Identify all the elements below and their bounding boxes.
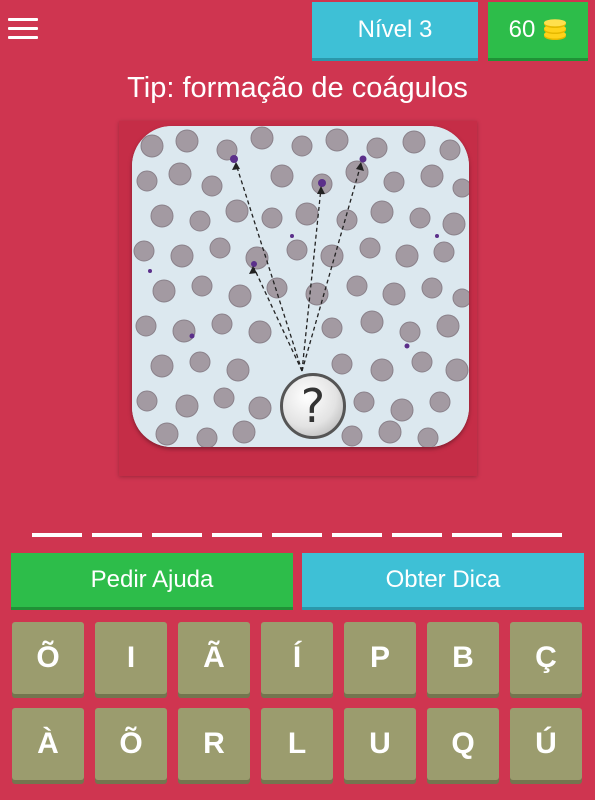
answer-slot[interactable] <box>212 533 262 537</box>
answer-slot[interactable] <box>152 533 202 537</box>
answer-slot[interactable] <box>32 533 82 537</box>
letter-key[interactable]: Ç <box>510 622 582 694</box>
get-hint-button[interactable]: Obter Dica <box>302 553 584 607</box>
letter-key[interactable]: Ã <box>178 622 250 694</box>
answer-slot[interactable] <box>512 533 562 537</box>
ask-help-label: Pedir Ajuda <box>90 566 214 593</box>
level-button[interactable]: Nível 3 <box>312 2 478 58</box>
letter-key[interactable]: Í <box>261 622 333 694</box>
letter-keyboard: Õ I Ã Í P B Ç À Õ R L U Q Ú <box>12 622 582 780</box>
coin-stack-icon <box>543 19 567 41</box>
puzzle-image: ? <box>132 126 469 447</box>
letter-key[interactable]: P <box>344 622 416 694</box>
answer-slot[interactable] <box>332 533 382 537</box>
letter-key[interactable]: U <box>344 708 416 780</box>
letter-key[interactable]: B <box>427 622 499 694</box>
coins-button[interactable]: 60 <box>488 2 588 58</box>
ask-help-button[interactable]: Pedir Ajuda <box>11 553 293 607</box>
question-mark-icon: ? <box>280 373 346 439</box>
letter-key[interactable]: À <box>12 708 84 780</box>
level-label: Nível 3 <box>357 16 433 43</box>
puzzle-image-frame: ? <box>119 121 477 476</box>
hamburger-line <box>8 36 38 39</box>
answer-slot[interactable] <box>392 533 442 537</box>
letter-key[interactable]: Õ <box>95 708 167 780</box>
answer-slot[interactable] <box>452 533 502 537</box>
coins-count: 60 <box>508 16 536 43</box>
letter-key[interactable]: Ú <box>510 708 582 780</box>
letter-key[interactable]: L <box>261 708 333 780</box>
letter-key[interactable]: R <box>178 708 250 780</box>
answer-slot[interactable] <box>272 533 322 537</box>
letter-key[interactable]: Q <box>427 708 499 780</box>
answer-slot[interactable] <box>92 533 142 537</box>
letter-key[interactable]: Õ <box>12 622 84 694</box>
hamburger-line <box>8 27 38 30</box>
answer-slots <box>32 533 562 537</box>
menu-button[interactable] <box>8 16 38 42</box>
question-mark: ? <box>300 379 326 433</box>
get-hint-label: Obter Dica <box>385 566 501 593</box>
letter-key[interactable]: I <box>95 622 167 694</box>
tip-text: Tip: formação de coágulos <box>127 72 468 104</box>
hamburger-menu-icon <box>8 18 38 21</box>
